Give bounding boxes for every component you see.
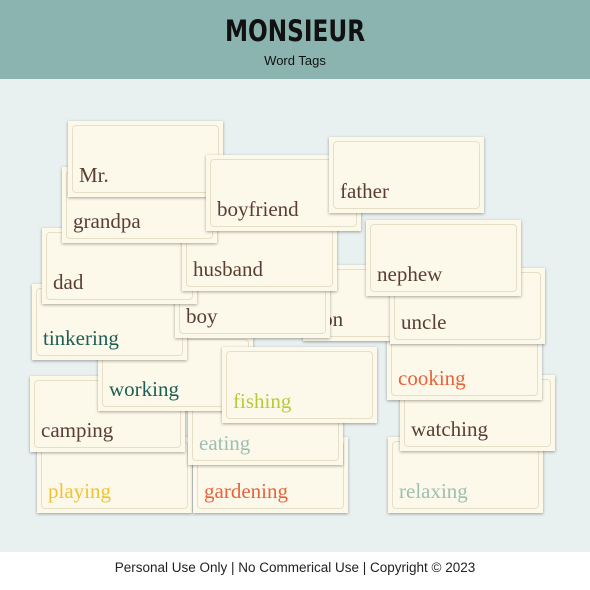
tag-card-nephew: nephew xyxy=(366,220,521,296)
tag-word: husband xyxy=(193,257,263,281)
tag-card-mr: Mr. xyxy=(68,121,223,197)
tag-word: cooking xyxy=(398,366,466,390)
tag-word: relaxing xyxy=(399,479,468,503)
tag-word: boyfriend xyxy=(217,197,299,221)
tag-word: gardening xyxy=(204,479,288,503)
tag-card-fishing: fishing xyxy=(222,347,377,423)
tag-word: playing xyxy=(48,479,111,503)
tag-word: working xyxy=(109,377,179,401)
page-subtitle: Word Tags xyxy=(264,53,326,68)
tag-word: boy xyxy=(186,304,218,328)
tag-word: grandpa xyxy=(73,209,141,233)
tags-display: playing gardening relaxing eating campin… xyxy=(0,79,590,552)
tag-card-father: father xyxy=(329,137,484,213)
tag-word: tinkering xyxy=(43,326,119,350)
tag-word: uncle xyxy=(401,310,447,334)
tag-word: Mr. xyxy=(79,163,109,187)
header-banner: MONSIEUR Word Tags xyxy=(0,0,590,79)
tag-word: father xyxy=(340,179,389,203)
tag-word: nephew xyxy=(377,262,443,286)
tag-word: watching xyxy=(411,417,488,441)
footer-notice: Personal Use Only | No Commerical Use | … xyxy=(0,552,590,590)
tag-word: dad xyxy=(53,270,84,294)
tag-word: camping xyxy=(41,418,114,442)
tag-word: fishing xyxy=(233,389,292,413)
tag-word: eating xyxy=(199,431,251,455)
page-title: MONSIEUR xyxy=(224,14,366,48)
